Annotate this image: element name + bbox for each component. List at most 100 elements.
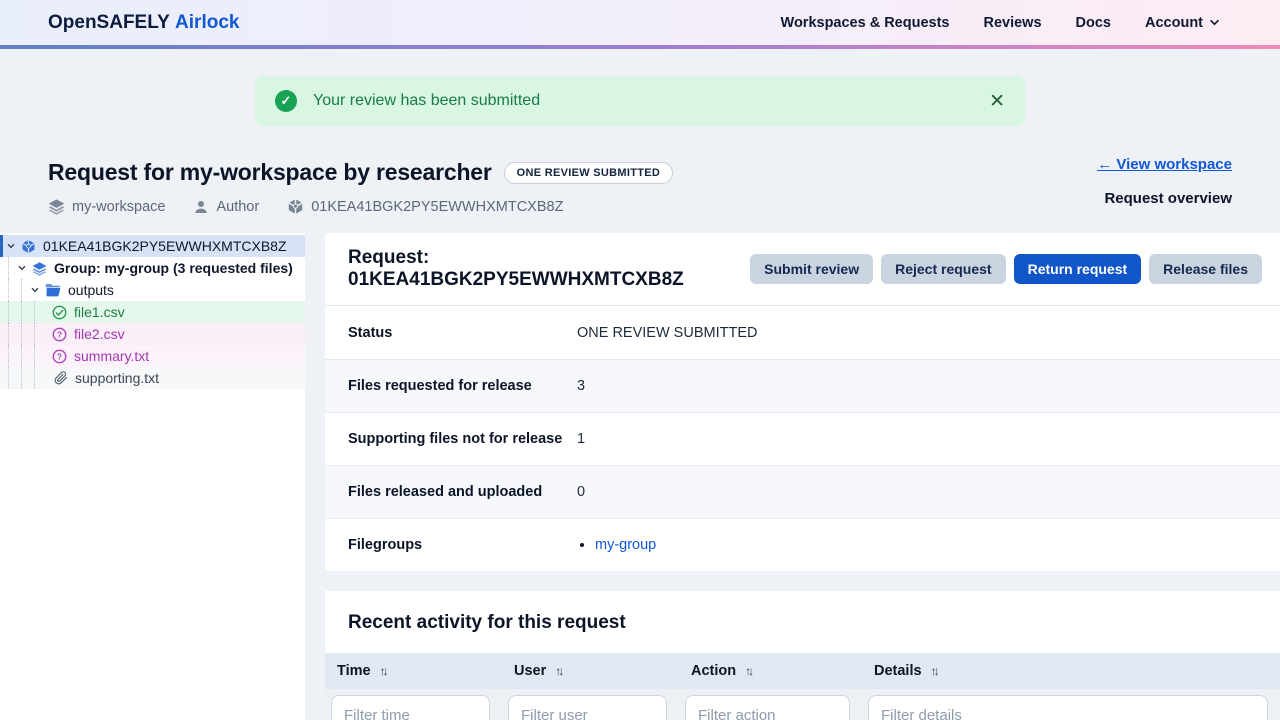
sort-icon[interactable]: ↑↓	[931, 664, 937, 678]
nav-docs[interactable]: Docs	[1076, 15, 1111, 31]
meta-request-id-label: 01KEA41BGK2PY5EWWHXMTCXB8Z	[311, 199, 563, 215]
filegroup-link[interactable]: my-group	[595, 537, 656, 553]
chevron-down-icon[interactable]	[17, 263, 27, 273]
meta-workspace: my-workspace	[48, 198, 165, 215]
activity-table-header: Time ↑↓ User ↑↓ Action ↑↓ Details ↑↓	[325, 653, 1280, 689]
svg-text:?: ?	[57, 352, 62, 361]
tree-item-label: supporting.txt	[75, 370, 159, 386]
meta-request-id: 01KEA41BGK2PY5EWWHXMTCXB8Z	[287, 198, 563, 215]
brand-logo[interactable]: OpenSAFELY Airlock	[48, 12, 239, 34]
tree-guide	[34, 301, 35, 323]
tree-item-summary[interactable]: ? summary.txt	[0, 345, 305, 367]
request-card-title: Request: 01KEA41BGK2PY5EWWHXMTCXB8Z	[348, 247, 750, 291]
column-header-action[interactable]: Action ↑↓	[679, 653, 862, 689]
file-tree-sidebar: 01KEA41BGK2PY5EWWHXMTCXB8Z Group: my-gro…	[0, 233, 305, 720]
detail-label: Files requested for release	[348, 378, 577, 394]
tree-guide	[21, 367, 22, 389]
tree-guide	[8, 323, 9, 345]
card-gap	[325, 571, 1280, 591]
filter-action-input[interactable]	[685, 695, 850, 720]
tree-item-file2[interactable]: ? file2.csv	[0, 323, 305, 345]
request-overview-label: Request overview	[1097, 190, 1232, 207]
sort-icon[interactable]: ↑↓	[380, 664, 386, 678]
tree-item-label: Group: my-group (3 requested files)	[54, 260, 293, 276]
tree-guide	[8, 257, 9, 279]
top-nav: OpenSAFELY Airlock Workspaces & Requests…	[0, 0, 1280, 45]
tree-item-label: file1.csv	[74, 304, 125, 320]
question-circle-icon: ?	[52, 349, 67, 364]
sort-icon[interactable]: ↑↓	[555, 664, 561, 678]
paperclip-icon	[54, 371, 68, 385]
detail-row-filegroups: Filegroups my-group	[325, 518, 1280, 571]
detail-label: Status	[348, 325, 577, 341]
filter-details-input[interactable]	[868, 695, 1268, 720]
status-badge: ONE REVIEW SUBMITTED	[504, 162, 674, 184]
cube-icon	[21, 239, 36, 254]
tree-item-supporting[interactable]: supporting.txt	[0, 367, 305, 389]
tree-item-request-root[interactable]: 01KEA41BGK2PY5EWWHXMTCXB8Z	[0, 235, 305, 257]
request-detail-card: Request: 01KEA41BGK2PY5EWWHXMTCXB8Z Subm…	[325, 233, 1280, 571]
svg-text:?: ?	[57, 330, 62, 339]
nav-account[interactable]: Account	[1145, 15, 1220, 31]
release-files-button[interactable]: Release files	[1149, 254, 1262, 284]
column-header-details[interactable]: Details ↑↓	[862, 653, 1280, 689]
nav-workspaces-requests[interactable]: Workspaces & Requests	[781, 15, 950, 31]
tree-item-label: outputs	[68, 282, 114, 298]
tree-item-label: file2.csv	[74, 326, 125, 342]
tree-guide	[34, 345, 35, 367]
detail-row-status: Status ONE REVIEW SUBMITTED	[325, 306, 1280, 359]
column-label: Details	[874, 663, 922, 679]
folder-open-icon	[45, 283, 61, 297]
layers-icon	[32, 261, 47, 276]
column-header-time[interactable]: Time ↑↓	[325, 653, 502, 689]
filter-time-input[interactable]	[331, 695, 490, 720]
tree-guide	[8, 279, 9, 301]
brand-secondary: Airlock	[175, 12, 239, 33]
detail-label: Filegroups	[348, 537, 577, 553]
detail-label: Supporting files not for release	[348, 431, 577, 447]
request-meta: my-workspace Author 01KEA41BGK2PY5EWWHXM…	[48, 198, 1232, 215]
column-header-user[interactable]: User ↑↓	[502, 653, 679, 689]
nav-links: Workspaces & Requests Reviews Docs Accou…	[781, 15, 1220, 31]
detail-value: 0	[577, 484, 585, 500]
submit-review-button[interactable]: Submit review	[750, 254, 873, 284]
column-label: Time	[337, 663, 371, 679]
tree-item-label: summary.txt	[74, 348, 149, 364]
tree-item-file1[interactable]: file1.csv	[0, 301, 305, 323]
activity-filter-row	[325, 689, 1280, 720]
tree-guide	[34, 323, 35, 345]
page-title: Request for my-workspace by researcher	[48, 159, 492, 186]
layers-icon	[48, 198, 65, 215]
view-workspace-link[interactable]: ← View workspace	[1097, 156, 1232, 173]
tree-item-outputs-folder[interactable]: outputs	[0, 279, 305, 301]
brand-primary: OpenSAFELY	[48, 12, 170, 33]
detail-row-files-requested: Files requested for release 3	[325, 359, 1280, 412]
question-circle-icon: ?	[52, 327, 67, 342]
tree-guide	[21, 323, 22, 345]
meta-workspace-label: my-workspace	[72, 199, 165, 215]
page-header: Request for my-workspace by researcher O…	[0, 126, 1280, 215]
cube-icon	[287, 198, 304, 215]
sort-icon[interactable]: ↑↓	[745, 664, 751, 678]
tree-guide	[34, 367, 35, 389]
tree-item-group[interactable]: Group: my-group (3 requested files)	[0, 257, 305, 279]
detail-value: 1	[577, 431, 585, 447]
filter-user-input[interactable]	[508, 695, 667, 720]
success-check-icon: ✓	[275, 90, 297, 112]
alert-message: Your review has been submitted	[313, 92, 540, 110]
tree-guide	[8, 345, 9, 367]
nav-reviews[interactable]: Reviews	[983, 15, 1041, 31]
tree-guide	[8, 367, 9, 389]
column-label: Action	[691, 663, 736, 679]
detail-label: Files released and uploaded	[348, 484, 577, 500]
detail-value: 3	[577, 378, 585, 394]
meta-author: Author	[193, 199, 259, 215]
chevron-down-icon[interactable]	[6, 241, 16, 251]
reject-request-button[interactable]: Reject request	[881, 254, 1005, 284]
return-request-button[interactable]: Return request	[1014, 254, 1142, 284]
tree-guide	[21, 301, 22, 323]
meta-author-label: Author	[216, 199, 259, 215]
detail-value: ONE REVIEW SUBMITTED	[577, 325, 757, 341]
alert-close-icon[interactable]: ✕	[989, 92, 1005, 111]
chevron-down-icon[interactable]	[30, 285, 40, 295]
